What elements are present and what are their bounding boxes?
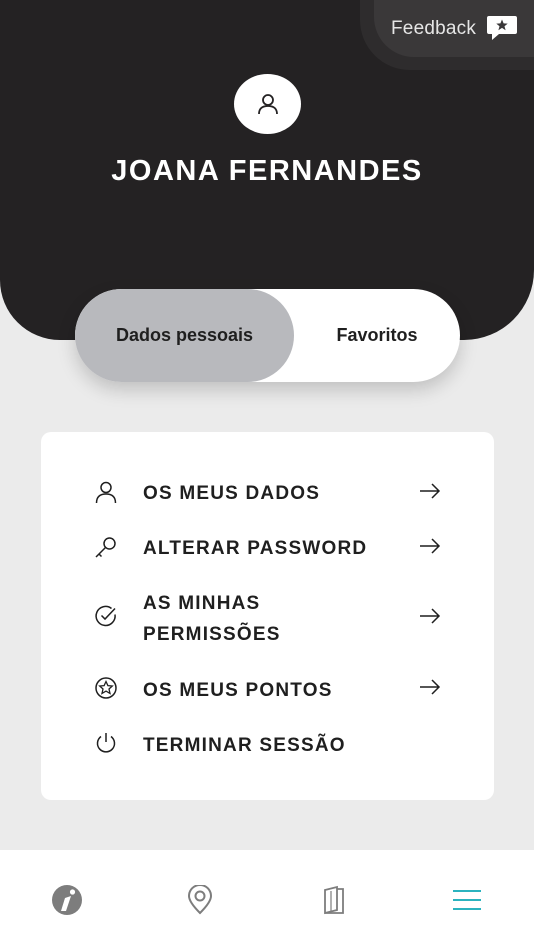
account-menu-card: OS MEUS DADOS ALTERAR PASSWORD AS MINHAS…: [41, 432, 494, 800]
menu-item-my-points[interactable]: OS MEUS PONTOS: [41, 673, 494, 707]
user-icon: [95, 481, 117, 504]
menu-item-label-line1: AS MINHAS: [143, 593, 261, 614]
tab-personal-data[interactable]: Dados pessoais: [75, 289, 294, 382]
user-name: JOANA FERNANDES: [111, 155, 423, 187]
tab-favorites[interactable]: Favoritos: [294, 289, 460, 382]
menu-item-my-data[interactable]: OS MEUS DADOS: [41, 476, 494, 510]
feedback-label: Feedback: [391, 17, 477, 39]
menu-item-logout[interactable]: TERMINAR SESSÃO: [41, 728, 494, 762]
brand-logo-icon: [51, 885, 82, 915]
arrow-right-icon: [420, 679, 441, 695]
feedback-button[interactable]: Feedback: [374, 0, 534, 57]
arrow-right-icon: [420, 483, 441, 499]
menu-item-change-password[interactable]: ALTERAR PASSWORD: [41, 531, 494, 565]
key-icon: [95, 537, 116, 558]
menu-item-label: TERMINAR SESSÃO: [143, 735, 346, 756]
profile-tabs: Dados pessoais Favoritos: [75, 289, 460, 382]
menu-item-label: OS MEUS DADOS: [143, 483, 321, 504]
nav-item-home[interactable]: [0, 850, 133, 950]
nav-item-catalog[interactable]: [267, 850, 400, 950]
avatar[interactable]: [234, 74, 301, 134]
nav-item-map[interactable]: [133, 850, 266, 950]
menu-item-label: OS MEUS PONTOS: [143, 680, 333, 701]
check-circle-icon: [95, 605, 116, 627]
menu-item-label-line2: PERMISSÕES: [143, 624, 281, 645]
arrow-right-icon: [420, 608, 441, 624]
book-icon: [323, 885, 344, 915]
user-icon: [257, 94, 278, 115]
menu-icon: [452, 890, 481, 910]
menu-item-label: ALTERAR PASSWORD: [143, 538, 368, 559]
menu-item-permissions[interactable]: AS MINHAS PERMISSÕES: [41, 588, 494, 650]
arrow-right-icon: [420, 538, 441, 554]
power-icon: [96, 733, 116, 753]
speech-bubble-star-icon: [487, 16, 517, 40]
nav-item-menu[interactable]: [400, 850, 533, 950]
star-circle-icon: [95, 677, 117, 699]
bottom-navigation: [0, 850, 534, 950]
map-pin-icon: [187, 885, 212, 915]
